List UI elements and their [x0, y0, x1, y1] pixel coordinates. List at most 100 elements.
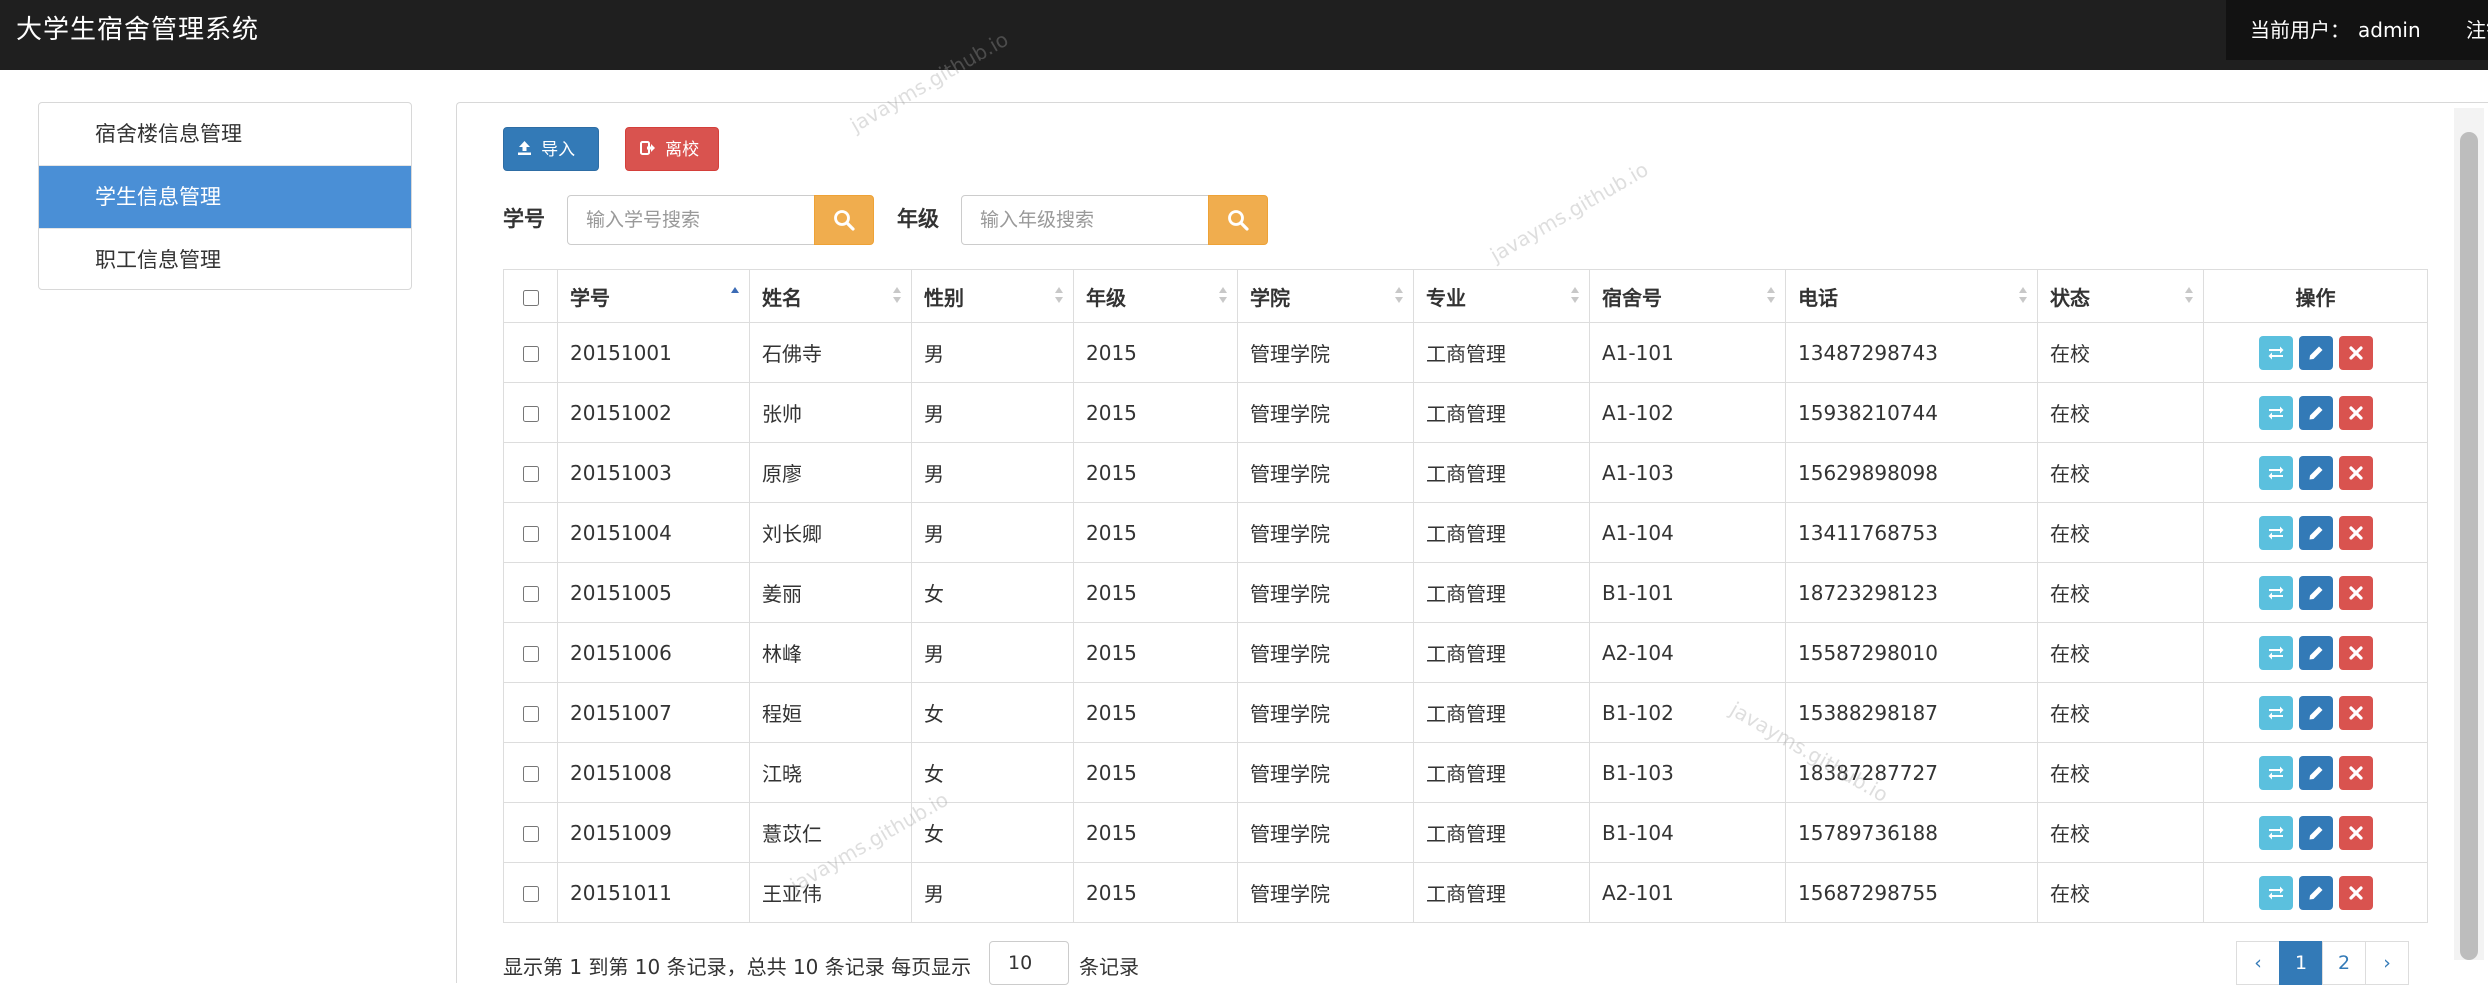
table-row[interactable]: 20151001 石佛寺男 2015 管理学院 工商管理 A1-101 1348729874…: [503, 322, 2428, 383]
edit-button[interactable]: [2298, 755, 2333, 790]
sidebar-item-dorm-building[interactable]: 宿舍楼信息管理: [39, 103, 411, 166]
leave-school-button[interactable]: 离校: [625, 127, 719, 171]
import-button[interactable]: 导入: [503, 127, 599, 171]
row-checkbox[interactable]: [522, 826, 539, 842]
table-body: 20151001 石佛寺男 2015 管理学院 工商管理 A1-101 1348729874…: [503, 322, 2428, 923]
swap-dorm-button[interactable]: [2258, 875, 2293, 910]
column-header-phone[interactable]: 电话: [1785, 269, 2038, 323]
cell-grade: 2015: [1073, 862, 1238, 923]
delete-button[interactable]: [2338, 755, 2373, 790]
edit-button[interactable]: [2298, 635, 2333, 670]
row-checkbox[interactable]: [522, 406, 539, 422]
row-checkbox[interactable]: [522, 586, 539, 602]
scrollbar-thumb[interactable]: [2460, 132, 2478, 960]
delete-button[interactable]: [2338, 455, 2373, 490]
delete-button[interactable]: [2338, 395, 2373, 430]
row-checkbox[interactable]: [522, 766, 539, 782]
swap-dorm-button[interactable]: [2258, 815, 2293, 850]
grade-search-input[interactable]: [961, 195, 1209, 245]
edit-button[interactable]: [2298, 335, 2333, 370]
table-row[interactable]: 20151008 江晓女 2015 管理学院 工商管理 B1-103 18387287727…: [503, 742, 2428, 803]
cell-dorm-no: B1-104: [1589, 802, 1786, 863]
swap-dorm-button[interactable]: [2258, 395, 2293, 430]
swap-dorm-button[interactable]: [2258, 335, 2293, 370]
cell-status: 在校: [2037, 742, 2204, 803]
page-prev[interactable]: ‹: [2236, 941, 2280, 985]
row-actions-cell: [2203, 562, 2428, 623]
grade-search-button[interactable]: [1208, 195, 1268, 245]
row-checkbox[interactable]: [522, 346, 539, 362]
delete-button[interactable]: [2338, 575, 2373, 610]
column-header-college[interactable]: 学院: [1237, 269, 1414, 323]
delete-button[interactable]: [2338, 335, 2373, 370]
row-checkbox[interactable]: [522, 886, 539, 902]
app-title[interactable]: 大学生宿舍管理系统: [16, 0, 259, 60]
sidebar-item-student[interactable]: 学生信息管理: [39, 166, 411, 229]
page-2[interactable]: 2: [2322, 941, 2366, 985]
cell-student-id: 20151009: [557, 802, 750, 863]
table-row[interactable]: 20151004 刘长卿男 2015 管理学院 工商管理 A1-104 1341176875…: [503, 502, 2428, 563]
cell-phone: 15587298010: [1785, 622, 2038, 683]
edit-button[interactable]: [2298, 815, 2333, 850]
table-row[interactable]: 20151002 张帅男 2015 管理学院 工商管理 A1-102 15938210744…: [503, 382, 2428, 443]
table-row[interactable]: 20151003 原廖男 2015 管理学院 工商管理 A1-103 15629898098…: [503, 442, 2428, 503]
current-user-label: 当前用户：: [2250, 18, 2350, 42]
cell-student-id: 20151006: [557, 622, 750, 683]
column-header-major[interactable]: 专业: [1413, 269, 1590, 323]
cell-student-id: 20151007: [557, 682, 750, 743]
delete-button[interactable]: [2338, 695, 2373, 730]
swap-dorm-button[interactable]: [2258, 575, 2293, 610]
student-id-search-button[interactable]: [814, 195, 874, 245]
table-row[interactable]: 20151007 程姮女 2015 管理学院 工商管理 B1-102 15388298187…: [503, 682, 2428, 743]
row-actions-cell: [2203, 442, 2428, 503]
cell-college: 管理学院: [1237, 742, 1414, 803]
page-next[interactable]: ›: [2365, 941, 2409, 985]
page-size-select[interactable]: 10: [989, 941, 1069, 985]
edit-button[interactable]: [2298, 875, 2333, 910]
row-select-cell: [503, 322, 558, 383]
table-row[interactable]: 20151011 王亚伟男 2015 管理学院 工商管理 A2-101 1568729875…: [503, 862, 2428, 923]
swap-dorm-button[interactable]: [2258, 515, 2293, 550]
column-header-dorm-no[interactable]: 宿舍号: [1589, 269, 1786, 323]
table-row[interactable]: 20151006 林峰男 2015 管理学院 工商管理 A2-104 15587298010…: [503, 622, 2428, 683]
column-header-grade[interactable]: 年级: [1073, 269, 1238, 323]
page-scrollbar[interactable]: [2454, 108, 2484, 960]
logout-link[interactable]: 注销: [2466, 0, 2488, 60]
column-header-student-id[interactable]: 学号: [557, 269, 750, 323]
cell-grade: 2015: [1073, 682, 1238, 743]
row-checkbox[interactable]: [522, 646, 539, 662]
column-header-gender[interactable]: 性别: [911, 269, 1074, 323]
cell-dorm-no: A2-104: [1589, 622, 1786, 683]
sidebar-item-staff[interactable]: 职工信息管理: [39, 229, 411, 289]
column-header-status[interactable]: 状态: [2037, 269, 2204, 323]
swap-dorm-button[interactable]: [2258, 695, 2293, 730]
edit-button[interactable]: [2298, 455, 2333, 490]
table-row[interactable]: 20151009 薏苡仁女 2015 管理学院 工商管理 B1-104 1578973618…: [503, 802, 2428, 863]
student-id-search-input[interactable]: [567, 195, 815, 245]
swap-dorm-button[interactable]: [2258, 755, 2293, 790]
edit-button[interactable]: [2298, 695, 2333, 730]
swap-dorm-button[interactable]: [2258, 635, 2293, 670]
delete-button[interactable]: [2338, 515, 2373, 550]
row-select-cell: [503, 802, 558, 863]
select-all-checkbox[interactable]: [522, 289, 539, 306]
row-checkbox[interactable]: [522, 706, 539, 722]
delete-button[interactable]: [2338, 875, 2373, 910]
column-header-name[interactable]: 姓名: [749, 269, 912, 323]
cell-name: 林峰: [749, 622, 912, 683]
top-navbar: 大学生宿舍管理系统 当前用户： admin 注销: [0, 0, 2488, 70]
table-row[interactable]: 20151005 姜丽女 2015 管理学院 工商管理 B1-101 18723298123…: [503, 562, 2428, 623]
delete-button[interactable]: [2338, 815, 2373, 850]
row-checkbox[interactable]: [522, 526, 539, 542]
swap-dorm-button[interactable]: [2258, 455, 2293, 490]
cell-college: 管理学院: [1237, 382, 1414, 443]
row-select-cell: [503, 502, 558, 563]
edit-button[interactable]: [2298, 575, 2333, 610]
row-checkbox[interactable]: [522, 466, 539, 482]
cell-gender: 女: [911, 562, 1074, 623]
edit-button[interactable]: [2298, 395, 2333, 430]
cell-college: 管理学院: [1237, 442, 1414, 503]
edit-button[interactable]: [2298, 515, 2333, 550]
page-1[interactable]: 1: [2279, 941, 2323, 985]
delete-button[interactable]: [2338, 635, 2373, 670]
